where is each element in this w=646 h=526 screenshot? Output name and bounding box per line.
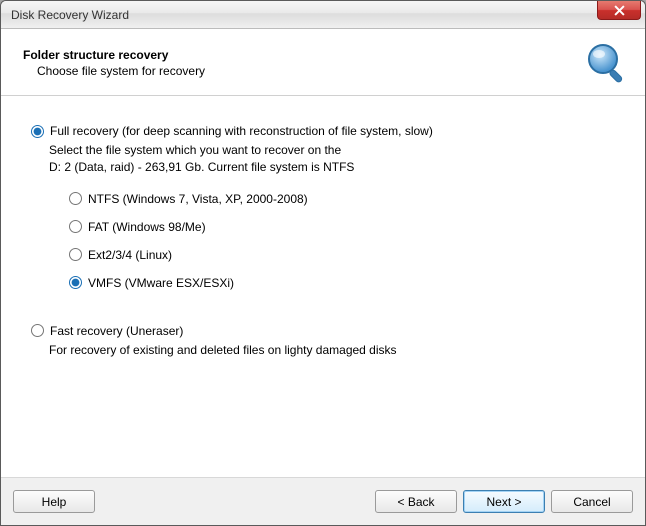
fs-option-vmfs[interactable]: VMFS (VMware ESX/ESXi): [69, 276, 615, 290]
fs-radio-ext[interactable]: [69, 248, 82, 261]
full-recovery-label[interactable]: Full recovery (for deep scanning with re…: [50, 124, 433, 138]
fast-recovery-desc: For recovery of existing and deleted fil…: [49, 342, 615, 359]
content-area: Full recovery (for deep scanning with re…: [1, 96, 645, 477]
titlebar[interactable]: Disk Recovery Wizard: [1, 1, 645, 29]
page-subtitle: Choose file system for recovery: [37, 64, 583, 78]
fs-radio-ntfs[interactable]: [69, 192, 82, 205]
window-title: Disk Recovery Wizard: [11, 8, 129, 22]
fs-label[interactable]: Ext2/3/4 (Linux): [88, 248, 172, 262]
page-title: Folder structure recovery: [23, 48, 583, 62]
cancel-button[interactable]: Cancel: [551, 490, 633, 513]
full-recovery-option[interactable]: Full recovery (for deep scanning with re…: [31, 124, 615, 138]
close-button[interactable]: [597, 1, 641, 20]
fs-label[interactable]: VMFS (VMware ESX/ESXi): [88, 276, 234, 290]
next-button[interactable]: Next >: [463, 490, 545, 513]
back-button[interactable]: < Back: [375, 490, 457, 513]
fs-option-fat[interactable]: FAT (Windows 98/Me): [69, 220, 615, 234]
wizard-window: Disk Recovery Wizard Folder structure re…: [0, 0, 646, 526]
fs-label[interactable]: FAT (Windows 98/Me): [88, 220, 206, 234]
fs-option-ext[interactable]: Ext2/3/4 (Linux): [69, 248, 615, 262]
help-button[interactable]: Help: [13, 490, 95, 513]
filesystem-list: NTFS (Windows 7, Vista, XP, 2000-2008) F…: [69, 192, 615, 290]
fast-recovery-label[interactable]: Fast recovery (Uneraser): [50, 324, 183, 338]
fs-option-ntfs[interactable]: NTFS (Windows 7, Vista, XP, 2000-2008): [69, 192, 615, 206]
full-recovery-desc: Select the file system which you want to…: [49, 142, 615, 176]
full-recovery-radio[interactable]: [31, 125, 44, 138]
magnifier-icon: [583, 39, 631, 87]
footer-bar: Help < Back Next > Cancel: [1, 477, 645, 525]
fast-recovery-radio[interactable]: [31, 324, 44, 337]
fast-recovery-option[interactable]: Fast recovery (Uneraser): [31, 324, 615, 338]
close-icon: [614, 5, 625, 16]
fs-label[interactable]: NTFS (Windows 7, Vista, XP, 2000-2008): [88, 192, 308, 206]
header-panel: Folder structure recovery Choose file sy…: [1, 29, 645, 96]
fs-radio-fat[interactable]: [69, 220, 82, 233]
fs-radio-vmfs[interactable]: [69, 276, 82, 289]
